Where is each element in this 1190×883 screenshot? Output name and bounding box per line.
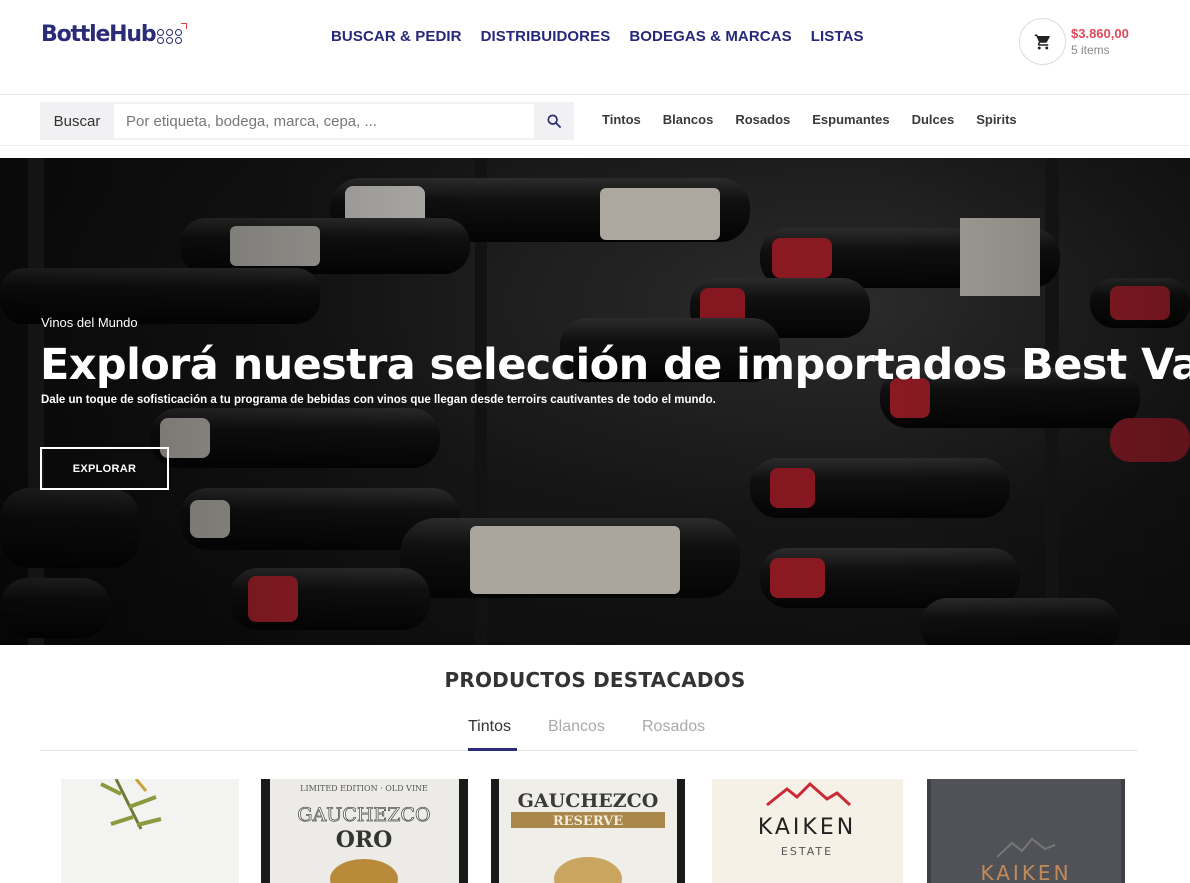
product-card[interactable]: KAIKEN (927, 779, 1125, 883)
search-icon (547, 114, 561, 128)
cart-button[interactable] (1019, 18, 1066, 65)
product-label-brand: KAIKEN (758, 815, 856, 840)
search-box: Buscar (40, 102, 574, 140)
product-card[interactable]: LIMITED EDITION · OLD VINE GAUCHEZCO ORO (261, 779, 468, 883)
explore-button[interactable]: EXPLORAR (40, 447, 169, 490)
category-rosados[interactable]: Rosados (735, 112, 790, 127)
product-card[interactable]: GAUCHEZCO RESERVE (491, 779, 685, 883)
hero-title: Explorá nuestra selección de importados … (40, 340, 1190, 390)
product-image (61, 779, 239, 883)
product-label-line: ESTATE (781, 845, 833, 858)
product-image: KAIKEN ESTATE (712, 779, 903, 883)
category-dulces[interactable]: Dulces (912, 112, 955, 127)
product-image: GAUCHEZCO RESERVE (491, 779, 685, 883)
nav-listas[interactable]: LISTAS (811, 28, 864, 45)
main-nav: BUSCAR & PEDIR DISTRIBUIDORES BODEGAS & … (331, 28, 864, 45)
category-nav: Tintos Blancos Rosados Espumantes Dulces… (602, 112, 1017, 127)
tab-rosados[interactable]: Rosados (642, 718, 705, 736)
active-tab-indicator (468, 748, 517, 751)
category-tintos[interactable]: Tintos (602, 112, 641, 127)
tab-blancos[interactable]: Blancos (548, 718, 605, 736)
nav-buscar-pedir[interactable]: BUSCAR & PEDIR (331, 28, 462, 45)
category-espumantes[interactable]: Espumantes (812, 112, 889, 127)
cart-widget[interactable]: $3.860,00 5 items (1019, 18, 1129, 65)
site-header: BottleHub BUSCAR & PEDIR DISTRIBUIDORES … (0, 0, 1190, 95)
search-input[interactable] (114, 104, 534, 138)
cart-icon (1034, 34, 1050, 49)
category-blancos[interactable]: Blancos (663, 112, 714, 127)
brand-wordmark: BottleHub (41, 21, 157, 47)
hero-subtitle: Dale un toque de sofisticación a tu prog… (41, 394, 716, 406)
search-label: Buscar (53, 112, 101, 130)
cart-summary: $3.860,00 5 items (1071, 25, 1129, 59)
brand-logo-icon (157, 22, 188, 44)
product-label-brand: GAUCHEZCO (518, 790, 659, 812)
hero-banner: Vinos del Mundo Explorá nuestra selecció… (0, 158, 1190, 645)
product-label-brand: KAIKEN (980, 861, 1071, 883)
featured-tabs: Tintos Blancos Rosados (40, 716, 1138, 751)
search-bar-row: Buscar Tintos Blancos Rosados Espumantes… (0, 96, 1190, 146)
nav-bodegas-marcas[interactable]: BODEGAS & MARCAS (629, 28, 791, 45)
product-image: KAIKEN (927, 779, 1125, 883)
product-image: LIMITED EDITION · OLD VINE GAUCHEZCO ORO (261, 779, 468, 883)
product-label-line: RESERVE (553, 814, 623, 829)
search-button[interactable] (534, 102, 574, 140)
category-spirits[interactable]: Spirits (976, 112, 1016, 127)
product-label-top: LIMITED EDITION · OLD VINE (300, 784, 428, 793)
cart-item-count: 5 items (1071, 42, 1110, 57)
product-label-line: ORO (336, 827, 393, 853)
cart-total: $3.860,00 (1071, 25, 1129, 41)
featured-section-title: PRODUCTOS DESTACADOS (444, 668, 746, 692)
hero-kicker: Vinos del Mundo (41, 315, 138, 330)
nav-distribuidores[interactable]: DISTRIBUIDORES (481, 28, 611, 45)
product-label-brand: GAUCHEZCO (297, 804, 430, 826)
product-carousel: LIMITED EDITION · OLD VINE GAUCHEZCO ORO… (0, 779, 1190, 883)
product-card[interactable] (61, 779, 239, 883)
tab-tintos[interactable]: Tintos (468, 718, 511, 736)
brand-logo[interactable]: BottleHub (41, 20, 188, 48)
product-card[interactable]: KAIKEN ESTATE (712, 779, 903, 883)
